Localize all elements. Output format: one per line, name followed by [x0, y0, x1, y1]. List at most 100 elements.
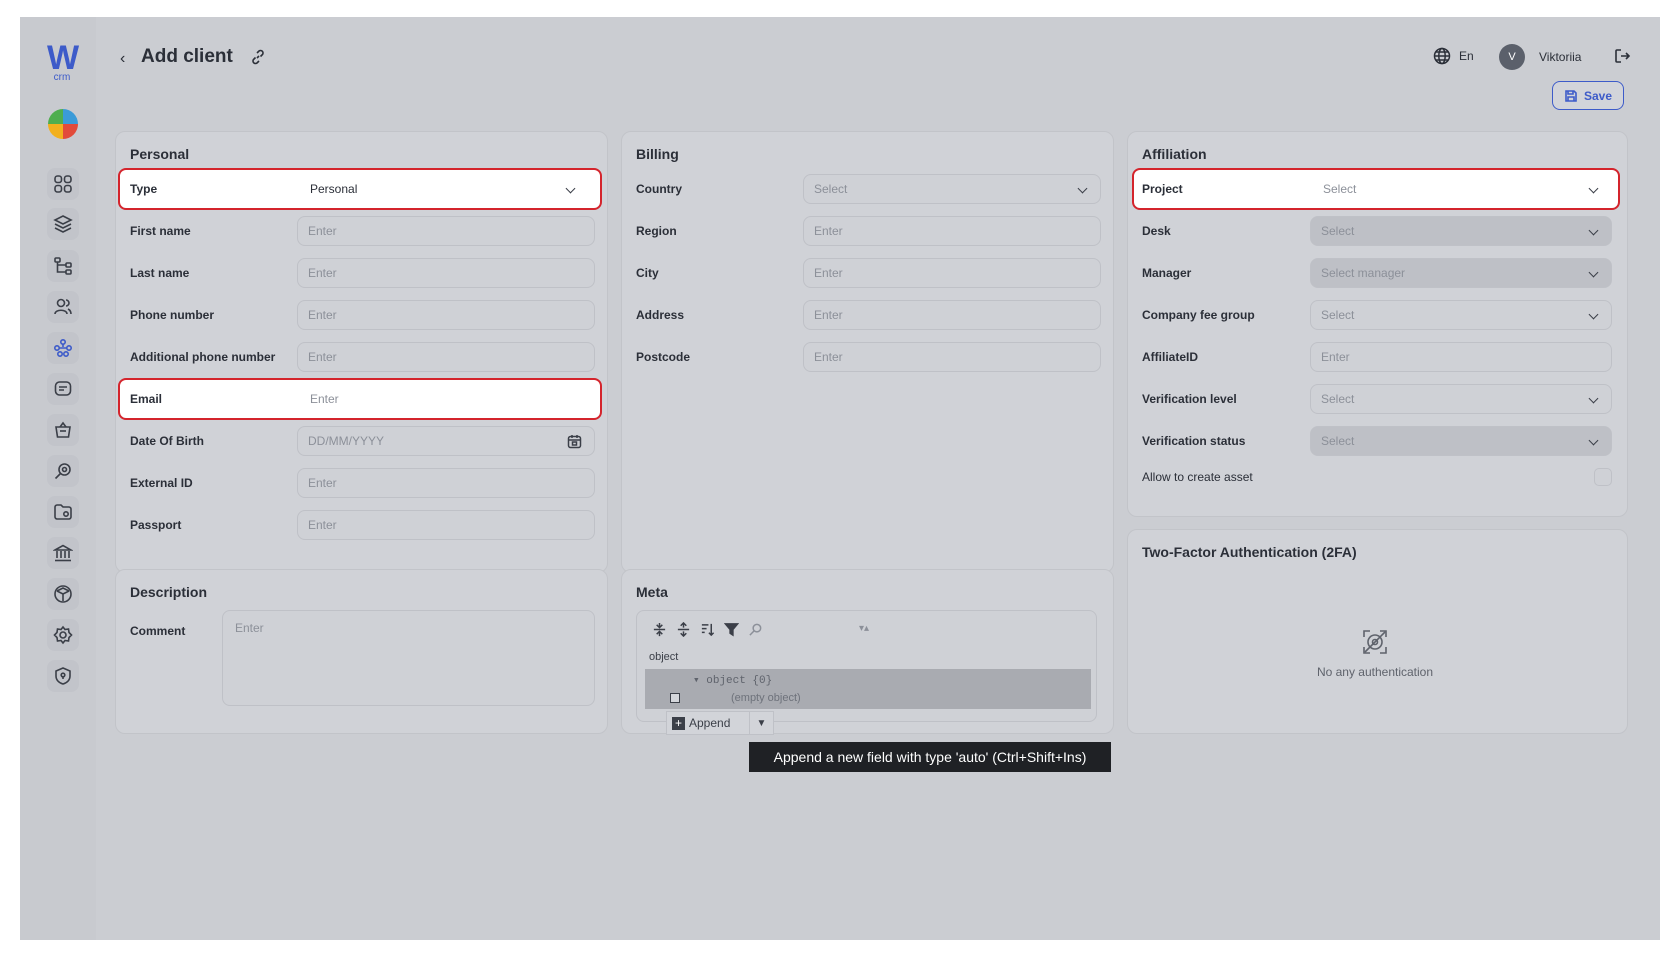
settings-icon[interactable] [47, 619, 79, 651]
fee-group-row: Company fee group [1142, 300, 1255, 330]
chat-icon[interactable] [47, 373, 79, 405]
sidebar: W crm [20, 17, 96, 940]
city-input[interactable]: Enter [803, 258, 1101, 288]
billing-title: Billing [636, 146, 679, 162]
app-window: W crm ‹ Add client En V Viktoriia Save P… [20, 17, 1660, 940]
logo[interactable]: W crm [44, 39, 80, 83]
language-switcher[interactable]: En [1433, 47, 1474, 65]
verification-status-label: Verification status [1142, 434, 1246, 448]
description-title: Description [130, 584, 208, 600]
allow-asset-toggle[interactable] [1594, 468, 1612, 486]
collapse-all-icon[interactable] [675, 621, 691, 637]
dob-placeholder: DD/MM/YYYY [308, 434, 385, 448]
fee-group-label: Company fee group [1142, 308, 1255, 322]
network-icon[interactable] [47, 332, 79, 364]
bank-icon[interactable] [47, 537, 79, 569]
email-row: Email [130, 384, 162, 414]
last-name-label: Last name [130, 266, 190, 280]
project-row: Project [1142, 174, 1183, 204]
country-select[interactable]: Select [803, 174, 1101, 204]
affiliate-id-label: AffiliateID [1142, 350, 1199, 364]
filter-icon[interactable] [723, 621, 739, 637]
region-row: Region [636, 216, 677, 246]
project-select[interactable]: Select [1312, 174, 1612, 204]
passport-label: Passport [130, 518, 182, 532]
fee-group-select[interactable]: Select [1310, 300, 1612, 330]
no-auth-icon [1360, 627, 1390, 657]
company-logo-icon[interactable] [48, 109, 78, 139]
manager-select[interactable]: Select manager [1310, 258, 1612, 288]
phone-row: Phone number [130, 300, 214, 330]
allow-asset-label: Allow to create asset [1142, 470, 1253, 484]
affiliate-id-input[interactable]: Enter [1310, 342, 1612, 372]
verification-status-row: Verification status [1142, 426, 1245, 456]
last-name-input[interactable]: Enter [297, 258, 595, 288]
comment-label: Comment [130, 624, 186, 638]
postcode-input[interactable]: Enter [803, 342, 1101, 372]
append-menu[interactable]: + Append ▼ [666, 711, 774, 735]
verification-level-row: Verification level [1142, 384, 1237, 414]
save-icon [1565, 89, 1577, 102]
city-label: City [636, 266, 659, 280]
back-button[interactable]: ‹ [120, 50, 125, 68]
country-row: Country [636, 174, 682, 204]
append-dropdown-arrow[interactable]: ▼ [749, 712, 773, 734]
type-label: Type [130, 182, 158, 196]
address-input[interactable]: Enter [803, 300, 1101, 330]
affiliation-title: Affiliation [1142, 146, 1207, 162]
verification-level-select[interactable]: Select [1310, 384, 1612, 414]
external-id-input[interactable]: Enter [297, 468, 595, 498]
type-select[interactable]: Personal [299, 174, 589, 204]
twofa-title: Two-Factor Authentication (2FA) [1142, 544, 1357, 560]
save-button-label: Save [1583, 88, 1613, 103]
postcode-label: Postcode [636, 350, 691, 364]
plus-icon: + [672, 716, 685, 730]
first-name-input[interactable]: Enter [297, 216, 595, 246]
json-root-label: object [649, 651, 679, 663]
affiliate-id-row: AffiliateID [1142, 342, 1198, 372]
sort-icon[interactable] [699, 621, 715, 637]
cube-icon[interactable] [47, 578, 79, 610]
desk-select[interactable]: Select [1310, 216, 1612, 246]
region-input[interactable]: Enter [803, 216, 1101, 246]
basket-icon[interactable] [47, 414, 79, 446]
additional-phone-label: Additional phone number [130, 350, 276, 364]
email-input[interactable]: Enter [299, 384, 589, 414]
json-tree-checkbox[interactable] [670, 693, 680, 703]
logout-icon[interactable] [1613, 47, 1631, 65]
shield-icon[interactable] [47, 660, 79, 692]
expand-all-icon[interactable] [651, 621, 667, 637]
additional-phone-input[interactable]: Enter [297, 342, 595, 372]
passport-row: Passport [130, 510, 181, 540]
json-tree-node[interactable]: ▾ object {0} [693, 673, 772, 687]
desk-label: Desk [1142, 224, 1171, 238]
dashboard-icon[interactable] [47, 168, 79, 200]
search-icon[interactable] [747, 621, 763, 637]
layers-icon[interactable] [47, 208, 79, 240]
phone-label: Phone number [130, 308, 215, 322]
desk-row: Desk [1142, 216, 1171, 246]
link-icon[interactable] [250, 49, 266, 65]
save-button[interactable]: Save [1552, 81, 1624, 110]
phone-input[interactable]: Enter [297, 300, 595, 330]
passport-input[interactable]: Enter [297, 510, 595, 540]
verification-status-select[interactable]: Select [1310, 426, 1612, 456]
comment-textarea[interactable]: Enter [222, 610, 595, 706]
logo-mark: W [46, 39, 79, 77]
folder-icon[interactable] [47, 496, 79, 528]
allow-asset-row: Allow to create asset [1142, 462, 1253, 492]
twofa-card: Two-Factor Authentication (2FA) No any a… [1127, 529, 1628, 734]
user-name[interactable]: Viktoriia [1539, 50, 1581, 64]
address-row: Address [636, 300, 684, 330]
sort-arrows[interactable]: ▾▴ [859, 623, 869, 634]
calendar-icon[interactable] [567, 434, 582, 449]
json-editor: ▾▴ object ▾ object {0} (empty object) [636, 610, 1097, 722]
language-label: En [1459, 49, 1474, 63]
search-key-icon[interactable] [47, 455, 79, 487]
tree-icon[interactable] [47, 250, 79, 282]
avatar[interactable]: V [1499, 44, 1525, 70]
users-icon[interactable] [47, 291, 79, 323]
dob-input[interactable]: DD/MM/YYYY [297, 426, 595, 456]
dob-label: Date Of Birth [130, 434, 205, 448]
json-editor-toolbar [651, 621, 763, 637]
